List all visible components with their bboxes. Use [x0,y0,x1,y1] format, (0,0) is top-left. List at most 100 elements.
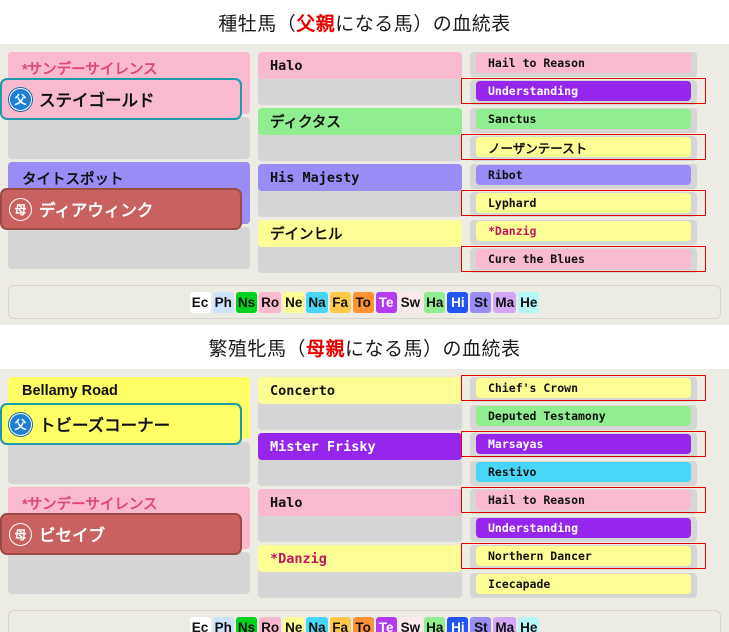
legend-chip[interactable]: Ns [235,616,258,632]
generation-3-cell[interactable]: ノーザンテースト [461,134,706,161]
legend-chip[interactable]: Sw [398,616,423,632]
generation-3-cell[interactable]: *Danzig [470,220,697,245]
generation-3-name: Lyphard [476,193,691,213]
legend-chip[interactable]: Ph [212,291,234,313]
legend-chip[interactable]: St [470,616,492,632]
subject-horse-sire[interactable]: 父 ステイゴールド [0,78,242,120]
generation-2-cell[interactable]: デインヒル [258,220,462,273]
generation-3-name: Hail to Reason [476,53,691,73]
pedigree-table-sire: *サンデーサイレンス 父 ステイゴールド タイトスポット 母 ディアウィンク H… [0,44,729,325]
generation-2-name: Mister Frisky [258,433,462,460]
generation-3-name: Deputed Testamony [476,406,691,426]
generation-2-name: Halo [258,52,462,79]
generation-1-cell: Bellamy Road 父 トビーズコーナー [0,377,250,445]
generation-1-spacer [8,442,250,484]
generation-2-name: ディクタス [258,108,462,135]
generation-2-name: デインヒル [258,220,462,247]
generation-2-cell[interactable]: Mister Frisky [258,433,462,486]
generation-2-name: Concerto [258,377,462,404]
legend-chip[interactable]: Ns [235,291,258,313]
generation-3-name: Restivo [476,462,691,482]
generation-1-cell: *サンデーサイレンス 母 ビセイブ [0,487,250,555]
generation-3-cell[interactable]: Deputed Testamony [470,405,697,430]
generation-2-cell[interactable]: His Majesty [258,164,462,217]
legend-chip[interactable]: Hi [447,616,469,632]
generation-3-cell[interactable]: Ribot [470,164,697,189]
legend-chip[interactable]: Hi [447,291,469,313]
legend-chip[interactable]: To [352,616,374,632]
generation-1-column-dam: Bellamy Road 父 トビーズコーナー *サンデーサイレンス 母 ビセイ… [0,377,250,601]
sire-name-label: Bellamy Road [22,383,118,399]
title-highlight-text: 父親 [296,14,336,35]
legend-chip[interactable]: Ph [212,616,234,632]
title-pre-text: 繁殖牝馬（ [208,339,306,360]
legend-chip[interactable]: Ro [259,616,282,632]
generation-3-cell[interactable]: Northern Dancer [461,543,706,570]
generation-1-cell: タイトスポット 母 ディアウィンク [0,162,250,230]
legend-chip[interactable]: Ne [283,616,305,632]
generation-3-name: Marsayas [476,434,691,454]
generation-3-name: Chief's Crown [476,378,691,398]
legend-chip[interactable]: Fa [329,291,351,313]
legend-chip[interactable]: Ma [493,616,517,632]
dam-sire-name-label: *サンデーサイレンス [22,497,158,513]
generation-3-cell[interactable]: Understanding [461,78,706,105]
generation-3-cell[interactable]: Chief's Crown [461,375,706,402]
generation-3-cell[interactable]: Hail to Reason [461,487,706,514]
section-sire-pedigree: 種牡馬（父親になる馬）の血統表 *サンデーサイレンス 父 ステイゴールド タイト… [0,0,729,325]
generation-3-cell[interactable]: Marsayas [461,431,706,458]
legend-chip[interactable]: St [470,291,492,313]
generation-3-cell[interactable]: Sanctus [470,108,697,133]
generation-3-cell[interactable]: Cure the Blues [461,246,706,273]
generation-3-cell[interactable]: Icecapade [470,573,697,598]
legend-chip[interactable]: Te [375,291,397,313]
legend-chip[interactable]: Ro [259,291,282,313]
legend-chip[interactable]: He [518,291,540,313]
legend-chip[interactable]: To [352,291,374,313]
legend-chip[interactable]: Ec [189,616,211,632]
legend-chip[interactable]: Ha [424,616,446,632]
sire-badge-icon: 父 [9,87,32,111]
generation-2-cell[interactable]: Halo [258,52,462,105]
title-pre-text: 種牡馬（ [218,14,297,35]
dam-sire-name-label: タイトスポット [22,172,124,188]
dam-badge-icon: 母 [9,197,32,221]
subject-horse-sire[interactable]: 父 トビーズコーナー [0,403,242,445]
generation-2-cell[interactable]: ディクタス [258,108,462,161]
generation-3-cell[interactable]: Hail to Reason [470,52,697,77]
subject-horse-name: ディアウィンク [39,202,154,220]
dam-badge-icon: 母 [9,522,32,546]
generation-3-name: ノーザンテースト [476,137,691,157]
pedigree-legend-dam: Ec Ph Ns Ro Ne Na Fa To Te Sw Ha Hi St M… [8,610,721,632]
generation-2-cell[interactable]: Concerto [258,377,462,430]
generation-3-name: Northern Dancer [476,546,691,566]
legend-chip[interactable]: Ha [424,291,446,313]
legend-chip[interactable]: Na [306,291,328,313]
legend-chip[interactable]: Te [375,616,397,632]
generation-3-name: Ribot [476,165,691,185]
subject-horse-name: ビセイブ [39,527,105,545]
generation-3-cell[interactable]: Restivo [470,461,697,486]
generation-3-cell[interactable]: Understanding [470,517,697,542]
generation-3-name: *Danzig [476,221,691,241]
legend-chip[interactable]: Ma [493,291,517,313]
generation-3-cell[interactable]: Lyphard [461,190,706,217]
generation-2-cell[interactable]: *Danzig [258,545,462,598]
subject-horse-dam[interactable]: 母 ビセイブ [0,513,242,555]
title-highlight-text: 母親 [305,339,345,360]
generation-2-name: Halo [258,489,462,516]
legend-chip[interactable]: Fa [329,616,351,632]
legend-chip[interactable]: Ec [189,291,211,313]
generation-3-name: Understanding [476,518,691,538]
legend-chip[interactable]: Na [306,616,328,632]
legend-chip[interactable]: Ne [283,291,305,313]
subject-horse-dam[interactable]: 母 ディアウィンク [0,188,242,230]
legend-chip[interactable]: He [518,616,540,632]
generation-3-column-dam: Chief's Crown Deputed Testamony Marsayas… [461,375,706,601]
title-post-text: になる馬）の血統表 [345,339,521,360]
legend-chip[interactable]: Sw [398,291,423,313]
title-post-text: になる馬）の血統表 [335,14,511,35]
generation-2-cell[interactable]: Halo [258,489,462,542]
generation-2-name: *Danzig [258,545,462,572]
section-dam-pedigree: 繁殖牝馬（母親になる馬）の血統表 Bellamy Road 父 トビーズコーナー [0,325,729,632]
